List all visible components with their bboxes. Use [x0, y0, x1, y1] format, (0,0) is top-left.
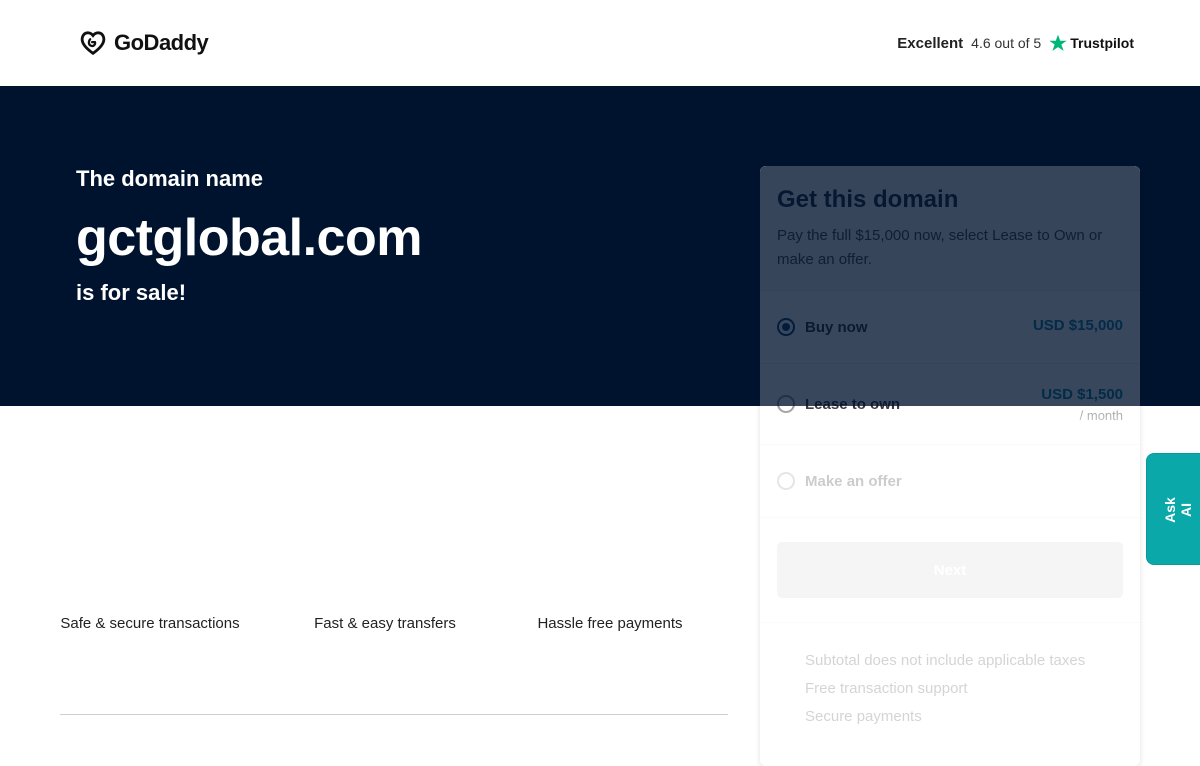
site-header: GoDaddy Excellent 4.6 out of 5 Trustpilo…	[0, 0, 1200, 86]
radio-buy-now[interactable]	[777, 318, 795, 336]
radio-make-offer[interactable]	[777, 472, 795, 490]
features-row: Safe & secure transactions Fast & easy t…	[60, 612, 728, 636]
feature-payments: Hassle free payments	[537, 615, 683, 632]
trustpilot-brand: Trustpilot	[1049, 34, 1134, 52]
feature-transfers: Fast & easy transfers	[314, 615, 456, 632]
next-wrapper: Next	[760, 518, 1140, 623]
hero-pre-text: The domain name	[76, 166, 264, 191]
option-buy-now[interactable]: Buy now USD $15,000	[760, 291, 1140, 364]
option-price-sub: / month	[1079, 408, 1123, 423]
logo-text: GoDaddy	[114, 30, 209, 55]
trustpilot-label: Trustpilot	[1070, 35, 1134, 51]
bullet-item: Secure payments	[805, 708, 922, 725]
option-lease-to-own[interactable]: Lease to own USD $1,500 / month	[760, 364, 1140, 445]
bullet-item: Subtotal does not include applicable tax…	[805, 652, 1086, 669]
option-price: USD $15,000	[1032, 317, 1123, 334]
rating-score: 4.6 out of 5	[971, 35, 1042, 51]
trustpilot-rating[interactable]: Excellent 4.6 out of 5 Trustpilot	[897, 34, 1134, 52]
bullet-item: Free transaction support	[805, 680, 968, 697]
radio-lease-to-own[interactable]	[777, 395, 795, 413]
hero-post-text: is for sale!	[76, 280, 187, 305]
divider	[60, 714, 728, 715]
option-label: Lease to own	[805, 395, 901, 413]
purchase-card: Get this domain Pay the full $15,000 now…	[760, 166, 1140, 766]
godaddy-logo-icon	[80, 31, 106, 56]
option-label: Make an offer	[805, 472, 902, 490]
domain-name: gctglobal.com	[76, 209, 422, 267]
ask-ai-label: Ask AI	[1162, 497, 1194, 523]
trustpilot-star-icon	[1049, 34, 1067, 51]
godaddy-logo[interactable]: GoDaddy	[78, 28, 209, 58]
option-label: Buy now	[805, 318, 868, 336]
option-price: USD $1,500	[1041, 386, 1123, 403]
card-description: Pay the full $15,000 now, select Lease t…	[777, 227, 1103, 268]
next-button[interactable]: Next	[777, 542, 1123, 598]
card-bullets: Subtotal does not include applicable tax…	[760, 623, 1140, 731]
ask-ai-button[interactable]: Ask AI	[1146, 453, 1200, 565]
feature-secure: Safe & secure transactions	[60, 615, 240, 632]
rating-label: Excellent	[897, 34, 964, 52]
card-header: Get this domain Pay the full $15,000 now…	[760, 166, 1140, 291]
card-title: Get this domain	[777, 186, 959, 213]
option-make-offer[interactable]: Make an offer	[760, 445, 1140, 518]
